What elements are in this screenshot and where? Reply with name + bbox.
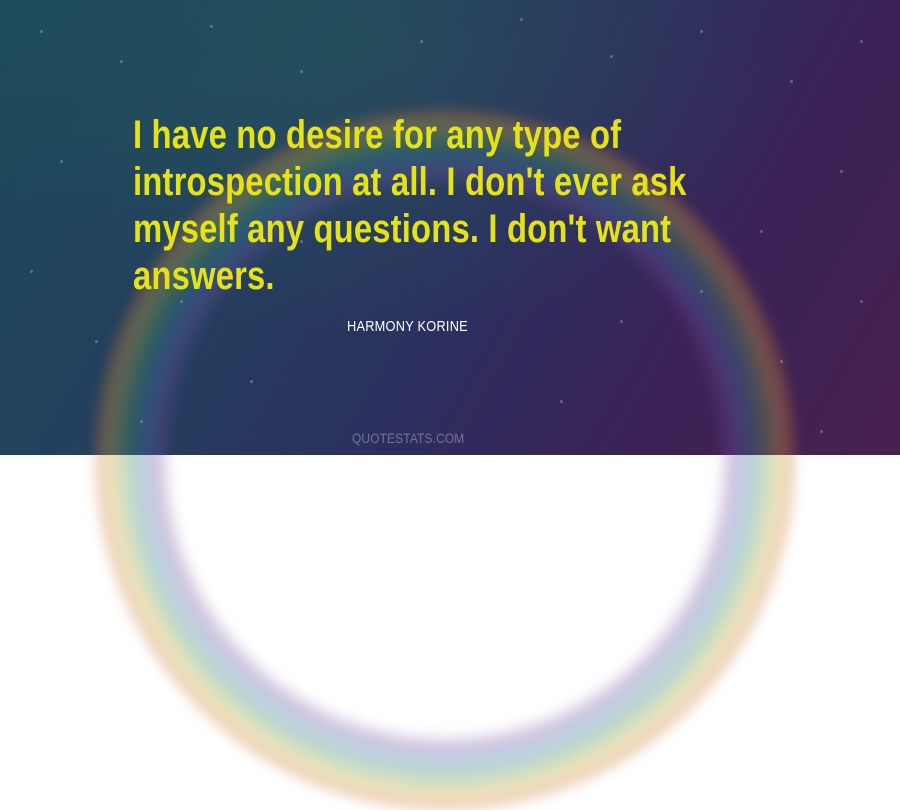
quote-author: HARMONY KORINE <box>347 318 468 335</box>
quote-text: I have no desire for any type of introsp… <box>133 113 687 298</box>
site-watermark: QUOTESTATS.COM <box>352 430 465 446</box>
